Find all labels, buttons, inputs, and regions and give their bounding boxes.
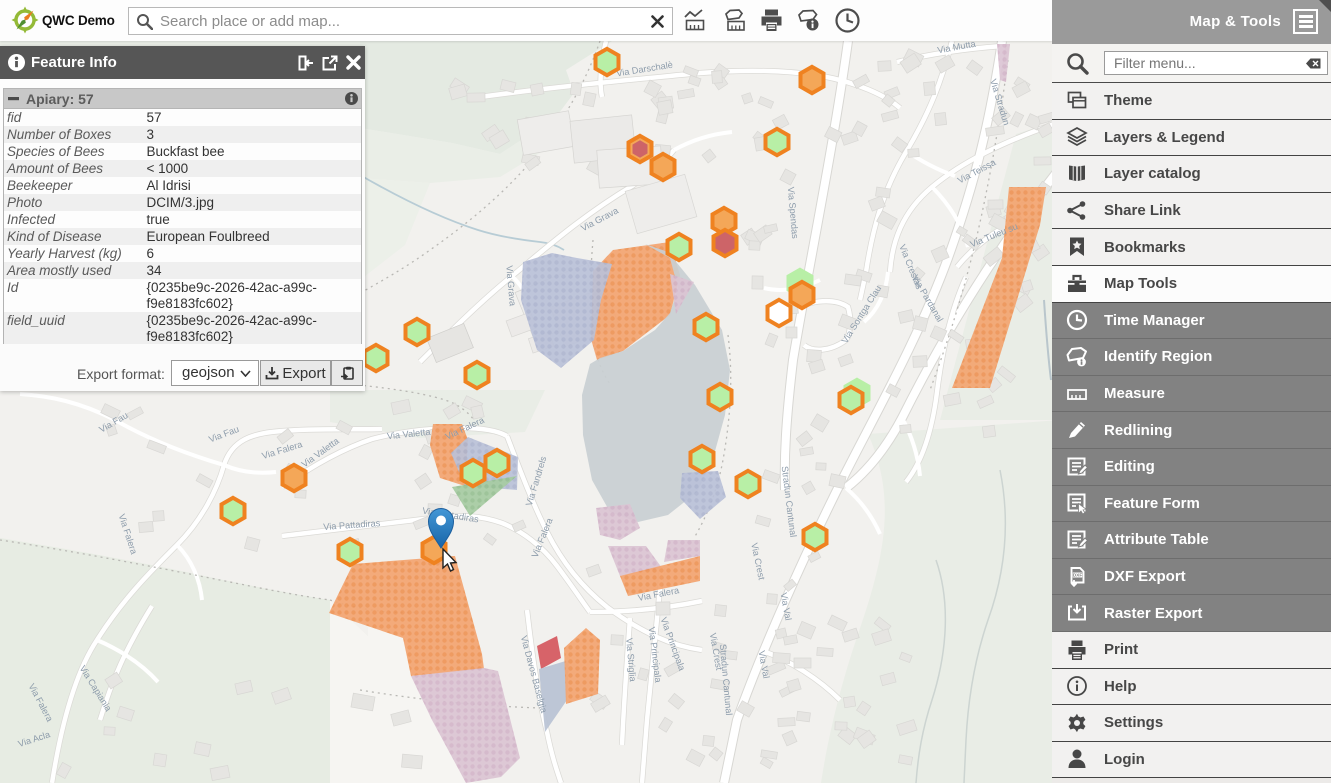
svg-text:DXF: DXF: [1073, 572, 1083, 578]
